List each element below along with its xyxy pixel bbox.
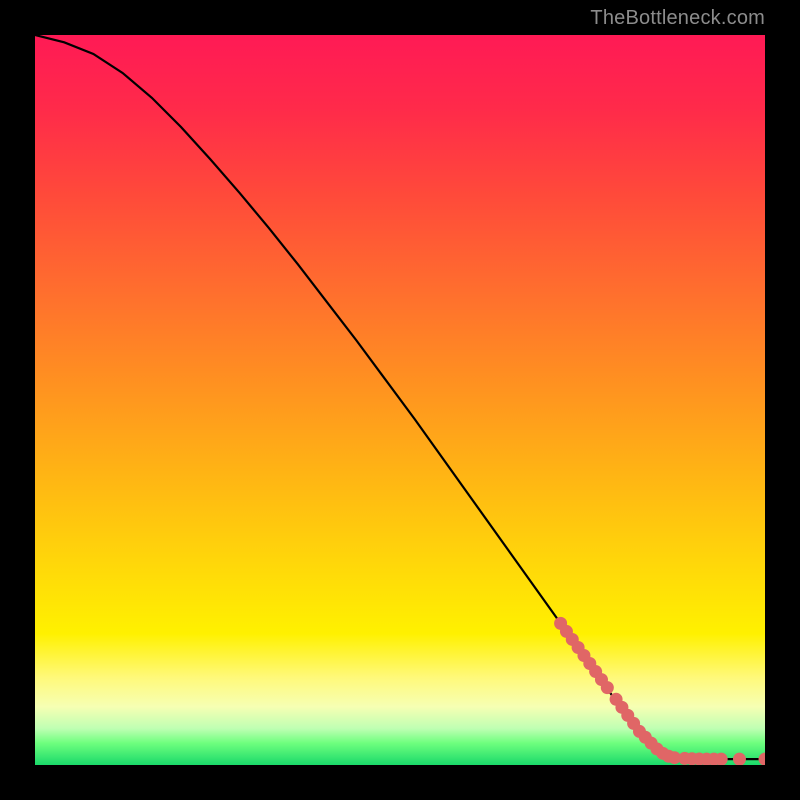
data-point xyxy=(733,753,746,765)
chart-frame: TheBottleneck.com xyxy=(0,0,800,800)
data-point xyxy=(759,753,766,765)
attribution-label: TheBottleneck.com xyxy=(590,7,765,30)
chart-overlay xyxy=(35,35,765,765)
data-point xyxy=(601,681,614,694)
plot-area xyxy=(35,35,765,765)
main-curve xyxy=(35,35,765,759)
highlight-points xyxy=(554,617,765,765)
